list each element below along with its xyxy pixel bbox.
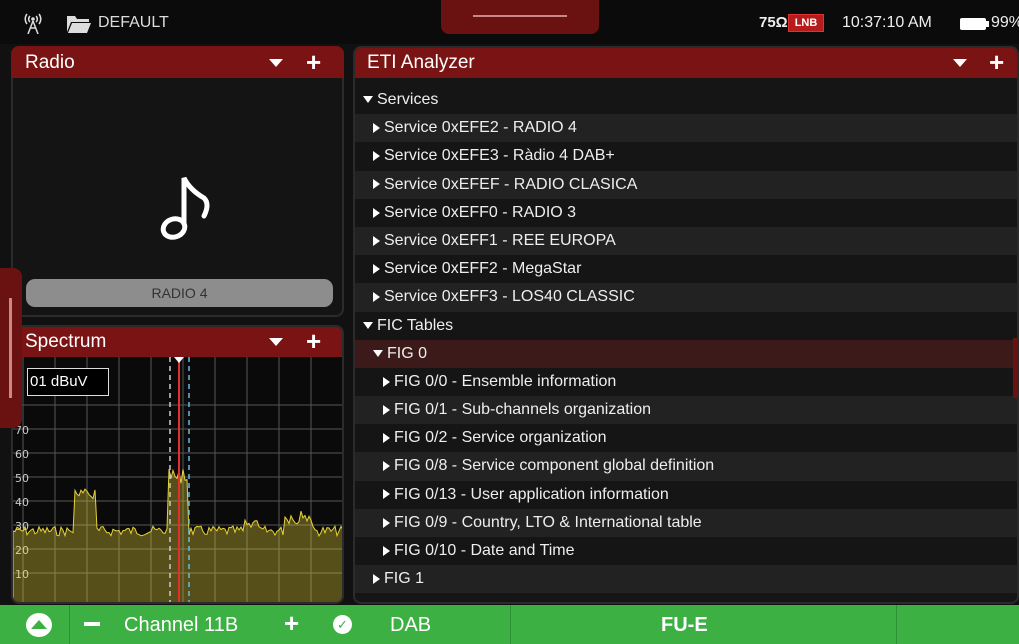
- tree-item[interactable]: FIG 0/2 - Service organization: [355, 424, 1017, 452]
- caret-right-icon[interactable]: [373, 151, 380, 162]
- tree-item[interactable]: Service 0xEFE3 - Ràdio 4 DAB+: [355, 142, 1017, 170]
- battery-percent: 99%: [991, 14, 1019, 31]
- impedance-indicator: 75Ω: [759, 14, 788, 31]
- tree-item-label: FIG 0/1 - Sub-channels organization: [394, 401, 652, 419]
- tree-item[interactable]: Service 0xEFEF - RADIO CLASICA: [355, 170, 1017, 199]
- tree-item-label: Service 0xEFE3 - Ràdio 4 DAB+: [384, 147, 615, 165]
- caret-right-icon[interactable]: [383, 376, 390, 387]
- caret-down-icon[interactable]: [373, 349, 383, 357]
- side-drawer-handle[interactable]: [0, 268, 22, 428]
- y-tick-label: 60: [15, 448, 29, 461]
- channel-up-button[interactable]: +: [284, 610, 299, 636]
- y-tick-label: 50: [15, 472, 29, 485]
- caret-right-icon[interactable]: [373, 573, 380, 584]
- tree-item-label: Service 0xEFF3 - LOS40 CLASSIC: [384, 288, 635, 306]
- tree-item-label: FIG 0/0 - Ensemble information: [394, 372, 617, 390]
- tree-item-label: FIG 0/8 - Service component global defin…: [394, 457, 715, 475]
- eti-panel-title: ETI Analyzer: [367, 52, 475, 73]
- tree-item[interactable]: Service 0xEFE2 - RADIO 4: [355, 114, 1017, 143]
- radio-panel-header: Radio +: [11, 46, 344, 78]
- tree-item[interactable]: Service 0xEFF2 - MegaStar: [355, 255, 1017, 283]
- standard-label[interactable]: DAB: [390, 614, 431, 637]
- tree-group[interactable]: FIC Tables: [355, 312, 1017, 340]
- tree-item-label: FIG 0: [387, 344, 428, 362]
- bottom-bar: Channel 11B + ✓ DAB FU-E: [0, 605, 1019, 644]
- chevron-down-icon[interactable]: [269, 338, 283, 346]
- folder-icon[interactable]: [66, 14, 92, 34]
- tree-item-label: Services: [377, 91, 439, 108]
- tree-item[interactable]: Service 0xEFF0 - RADIO 3: [355, 199, 1017, 227]
- reference-level[interactable]: 01 dBuV: [27, 368, 109, 396]
- antenna-icon[interactable]: [22, 10, 44, 34]
- tree-item[interactable]: FIG 0/8 - Service component global defin…: [355, 452, 1017, 481]
- tree-item-label: Service 0xEFF2 - MegaStar: [384, 260, 582, 278]
- scrollbar[interactable]: [1013, 338, 1017, 398]
- chevron-down-icon[interactable]: [269, 59, 283, 67]
- chevron-down-icon[interactable]: [953, 59, 967, 67]
- add-panel-button[interactable]: +: [306, 328, 321, 354]
- tree-item-label: FIG 0/9 - Country, LTO & International t…: [394, 513, 702, 531]
- channel-down-button[interactable]: [84, 622, 100, 626]
- caret-right-icon[interactable]: [373, 122, 380, 133]
- status-bar: DEFAULT 75Ω LNB 10:37:10 AM 99%: [0, 0, 1019, 44]
- tree-item[interactable]: FIG 0/1 - Sub-channels organization: [355, 396, 1017, 425]
- eti-tree: Services Service 0xEFE2 - RADIO 4 Service …: [355, 86, 1017, 594]
- y-tick-label: 40: [15, 496, 29, 509]
- caret-right-icon[interactable]: [383, 433, 390, 444]
- pull-down-handle[interactable]: [441, 0, 599, 34]
- eti-analyzer-panel: ETI Analyzer + Services Service 0xEFE2 - …: [353, 46, 1019, 604]
- tree-item-label: Service 0xEFE2 - RADIO 4: [384, 119, 577, 137]
- add-panel-button[interactable]: +: [989, 49, 1004, 75]
- spectrum-panel-header: Spectrum +: [13, 327, 342, 357]
- caret-right-icon[interactable]: [373, 263, 380, 274]
- tree-item-label: FIG 1: [384, 570, 425, 588]
- tree-item[interactable]: FIG 0/13 - User application information: [355, 481, 1017, 509]
- tree-item-label: FIG 0/10 - Date and Time: [394, 542, 575, 559]
- divider: [896, 605, 897, 644]
- caret-right-icon[interactable]: [373, 207, 380, 218]
- battery-icon: [960, 18, 989, 30]
- caret-right-icon[interactable]: [373, 235, 380, 246]
- eti-panel-header: ETI Analyzer +: [355, 48, 1017, 78]
- spectrum-panel: Spectrum + 070605040302010 01 dBuV: [11, 325, 344, 604]
- caret-right-icon[interactable]: [383, 404, 390, 415]
- lnb-badge: LNB: [788, 14, 824, 32]
- check-icon[interactable]: ✓: [333, 615, 352, 634]
- tree-item-label: Service 0xEFF1 - REE EUROPA: [384, 231, 616, 249]
- radio-panel: Radio + RADIO 4: [11, 46, 344, 317]
- caret-down-icon[interactable]: [363, 321, 373, 329]
- spectrum-panel-title: Spectrum: [25, 331, 107, 352]
- tree-item[interactable]: Service 0xEFF3 - LOS40 CLASSIC: [355, 283, 1017, 312]
- caret-right-icon[interactable]: [373, 292, 380, 303]
- channel-label[interactable]: Channel 11B: [124, 614, 238, 637]
- home-icon[interactable]: [26, 613, 52, 637]
- tree-item[interactable]: FIG 0/0 - Ensemble information: [355, 368, 1017, 396]
- station-name[interactable]: RADIO 4: [26, 279, 333, 307]
- caret-right-icon[interactable]: [383, 545, 390, 556]
- tree-item-label: FIC Tables: [377, 316, 454, 334]
- tree-group[interactable]: Services: [355, 86, 1017, 114]
- tree-item[interactable]: FIG 0/10 - Date and Time: [355, 537, 1017, 565]
- caret-right-icon[interactable]: [373, 179, 380, 190]
- region-label[interactable]: FU-E: [661, 614, 708, 637]
- divider: [69, 605, 70, 644]
- divider: [510, 605, 511, 644]
- caret-down-icon[interactable]: [363, 96, 373, 104]
- caret-right-icon[interactable]: [383, 489, 390, 500]
- tree-item-label: Service 0xEFEF - RADIO CLASICA: [384, 175, 638, 193]
- tree-item[interactable]: Service 0xEFF1 - REE EUROPA: [355, 226, 1017, 256]
- caret-right-icon[interactable]: [383, 461, 390, 472]
- music-note-icon: [160, 176, 210, 240]
- tree-item[interactable]: FIG 0: [355, 339, 1017, 368]
- caret-right-icon[interactable]: [383, 517, 390, 528]
- tree-item-label: FIG 0/13 - User application information: [394, 485, 669, 503]
- tree-item[interactable]: FIG 0/9 - Country, LTO & International t…: [355, 508, 1017, 537]
- tree-item-label: Service 0xEFF0 - RADIO 3: [384, 203, 577, 221]
- add-panel-button[interactable]: +: [306, 49, 321, 75]
- tree-item[interactable]: FIG 1: [355, 565, 1017, 594]
- tree-item-label: FIG 0/2 - Service organization: [394, 429, 607, 447]
- profile-name[interactable]: DEFAULT: [98, 14, 169, 32]
- clock: 10:37:10 AM: [842, 14, 932, 31]
- radio-panel-title: Radio: [25, 52, 75, 73]
